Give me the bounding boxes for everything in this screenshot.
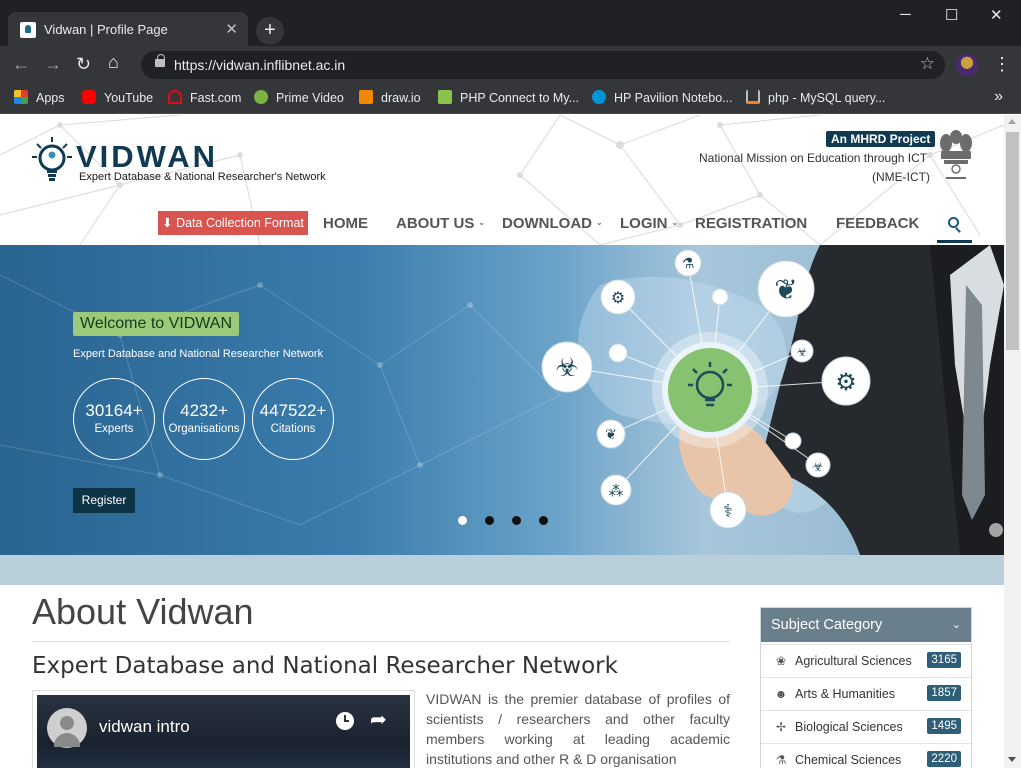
hp-icon: [592, 90, 606, 104]
address-bar[interactable]: https://vidwan.inflibnet.ac.in ☆: [141, 51, 945, 79]
scroll-up-arrow-icon[interactable]: [1008, 119, 1016, 124]
browser-titlebar: Vidwan | Profile Page ✕ + ─ ☐ ✕: [0, 0, 1021, 46]
subject-item-arts-humanities[interactable]: ☻ Arts & Humanities 1857: [761, 677, 971, 710]
window-close-icon[interactable]: ✕: [990, 6, 1003, 24]
subject-item-chemical-sciences[interactable]: ⚗ Chemical Sciences 2220: [761, 743, 971, 768]
subject-label: Chemical Sciences: [795, 753, 902, 767]
share-icon[interactable]: ➦: [370, 707, 387, 732]
channel-avatar-icon: [47, 708, 87, 748]
bookmark-fast[interactable]: Fast.com: [168, 90, 241, 105]
subject-count-badge: 1857: [927, 685, 961, 701]
subject-category-panel: Subject Category ⌄ ❀ Agricultural Scienc…: [760, 607, 972, 768]
bookmark-label: YouTube: [104, 91, 154, 105]
about-divider: [32, 641, 730, 642]
bookmark-label: Prime Video: [276, 91, 344, 105]
bookmark-prime-video[interactable]: Prime Video: [254, 90, 344, 105]
subject-item-biological-sciences[interactable]: ✢ Biological Sciences 1495: [761, 710, 971, 743]
bookmark-label: draw.io: [381, 91, 421, 105]
bookmark-php-connect[interactable]: PHP Connect to My...: [438, 90, 579, 105]
tab-title: Vidwan | Profile Page: [44, 22, 168, 37]
scrollbar-thumb[interactable]: [1006, 132, 1019, 350]
browser-toolbar: ← → ↻ ⌂ https://vidwan.inflibnet.ac.in ☆: [0, 46, 1021, 84]
about-section: About Vidwan Expert Database and Nationa…: [0, 115, 1004, 768]
subject-label: Biological Sciences: [795, 720, 903, 734]
chevron-down-icon: ⌄: [951, 619, 961, 631]
arts-icon: ☻: [774, 687, 788, 701]
prime-video-icon: [254, 90, 268, 104]
video-player[interactable]: vidwan intro ➦: [37, 695, 410, 768]
bookmark-label: Fast.com: [190, 91, 242, 105]
fast-icon: [168, 90, 182, 104]
lock-icon: [155, 54, 165, 67]
subject-category-header[interactable]: Subject Category ⌄: [761, 608, 971, 642]
forward-arrow-icon[interactable]: →: [44, 54, 62, 75]
subject-count-badge: 2220: [927, 751, 961, 767]
subject-category-title: Subject Category: [771, 617, 883, 633]
about-description: VIDWAN is the premier database of profil…: [426, 691, 730, 767]
flask-icon: ⚗: [775, 753, 787, 767]
url-text[interactable]: https://vidwan.inflibnet.ac.in: [174, 57, 345, 73]
subject-count-badge: 3165: [927, 652, 961, 668]
bookmark-mysql-query[interactable]: php - MySQL query...: [746, 90, 885, 105]
vidwan-favicon-icon: [20, 22, 36, 38]
stackoverflow-icon: [746, 90, 760, 104]
browser-menu-icon[interactable]: ⋮: [993, 54, 1011, 75]
bookmark-apps[interactable]: Apps: [14, 90, 65, 105]
video-title[interactable]: vidwan intro: [99, 717, 190, 737]
about-subtitle: Expert Database and National Researcher …: [32, 653, 618, 679]
bookmark-label: HP Pavilion Notebo...: [614, 91, 733, 105]
bookmark-drawio[interactable]: draw.io: [359, 90, 421, 105]
dna-icon: ✢: [775, 720, 787, 734]
subject-count-badge: 1495: [927, 718, 961, 734]
subject-item-agricultural-sciences[interactable]: ❀ Agricultural Sciences 3165: [761, 644, 971, 677]
bookmark-youtube[interactable]: YouTube: [82, 90, 153, 105]
bookmark-label: Apps: [36, 91, 65, 105]
tab-close-icon[interactable]: ✕: [225, 20, 238, 38]
more-bookmarks-icon[interactable]: »: [994, 88, 1003, 106]
bookmarks-bar: Apps YouTube Fast.com Prime Video draw.i…: [0, 84, 1021, 114]
new-tab-button[interactable]: +: [256, 17, 284, 45]
scroll-down-arrow-icon[interactable]: [1008, 757, 1016, 762]
browser-tab[interactable]: Vidwan | Profile Page ✕: [8, 12, 248, 46]
subject-label: Agricultural Sciences: [795, 654, 912, 668]
bookmark-star-icon[interactable]: ☆: [920, 54, 935, 74]
back-arrow-icon[interactable]: ←: [12, 54, 30, 75]
youtube-icon: [82, 90, 96, 104]
about-title: About Vidwan: [32, 591, 254, 632]
profile-avatar[interactable]: [956, 54, 978, 76]
watch-later-icon[interactable]: [336, 712, 354, 730]
drawio-icon: [359, 90, 373, 104]
bookmark-label: php - MySQL query...: [768, 91, 886, 105]
home-icon[interactable]: ⌂: [108, 52, 119, 73]
minimize-icon[interactable]: ─: [900, 6, 911, 23]
bookmark-label: PHP Connect to My...: [460, 91, 580, 105]
web-page: VIDWAN Expert Database & National Resear…: [0, 115, 1004, 768]
reload-icon[interactable]: ↻: [76, 54, 91, 75]
bookmark-hp-pavilion[interactable]: HP Pavilion Notebo...: [592, 90, 733, 105]
agriculture-icon: ❀: [775, 654, 787, 668]
maximize-icon[interactable]: ☐: [945, 6, 958, 24]
subject-label: Arts & Humanities: [795, 687, 896, 701]
apps-grid-icon: [14, 90, 28, 104]
intro-video[interactable]: vidwan intro ➦: [32, 690, 415, 768]
w3schools-icon: [438, 90, 452, 104]
